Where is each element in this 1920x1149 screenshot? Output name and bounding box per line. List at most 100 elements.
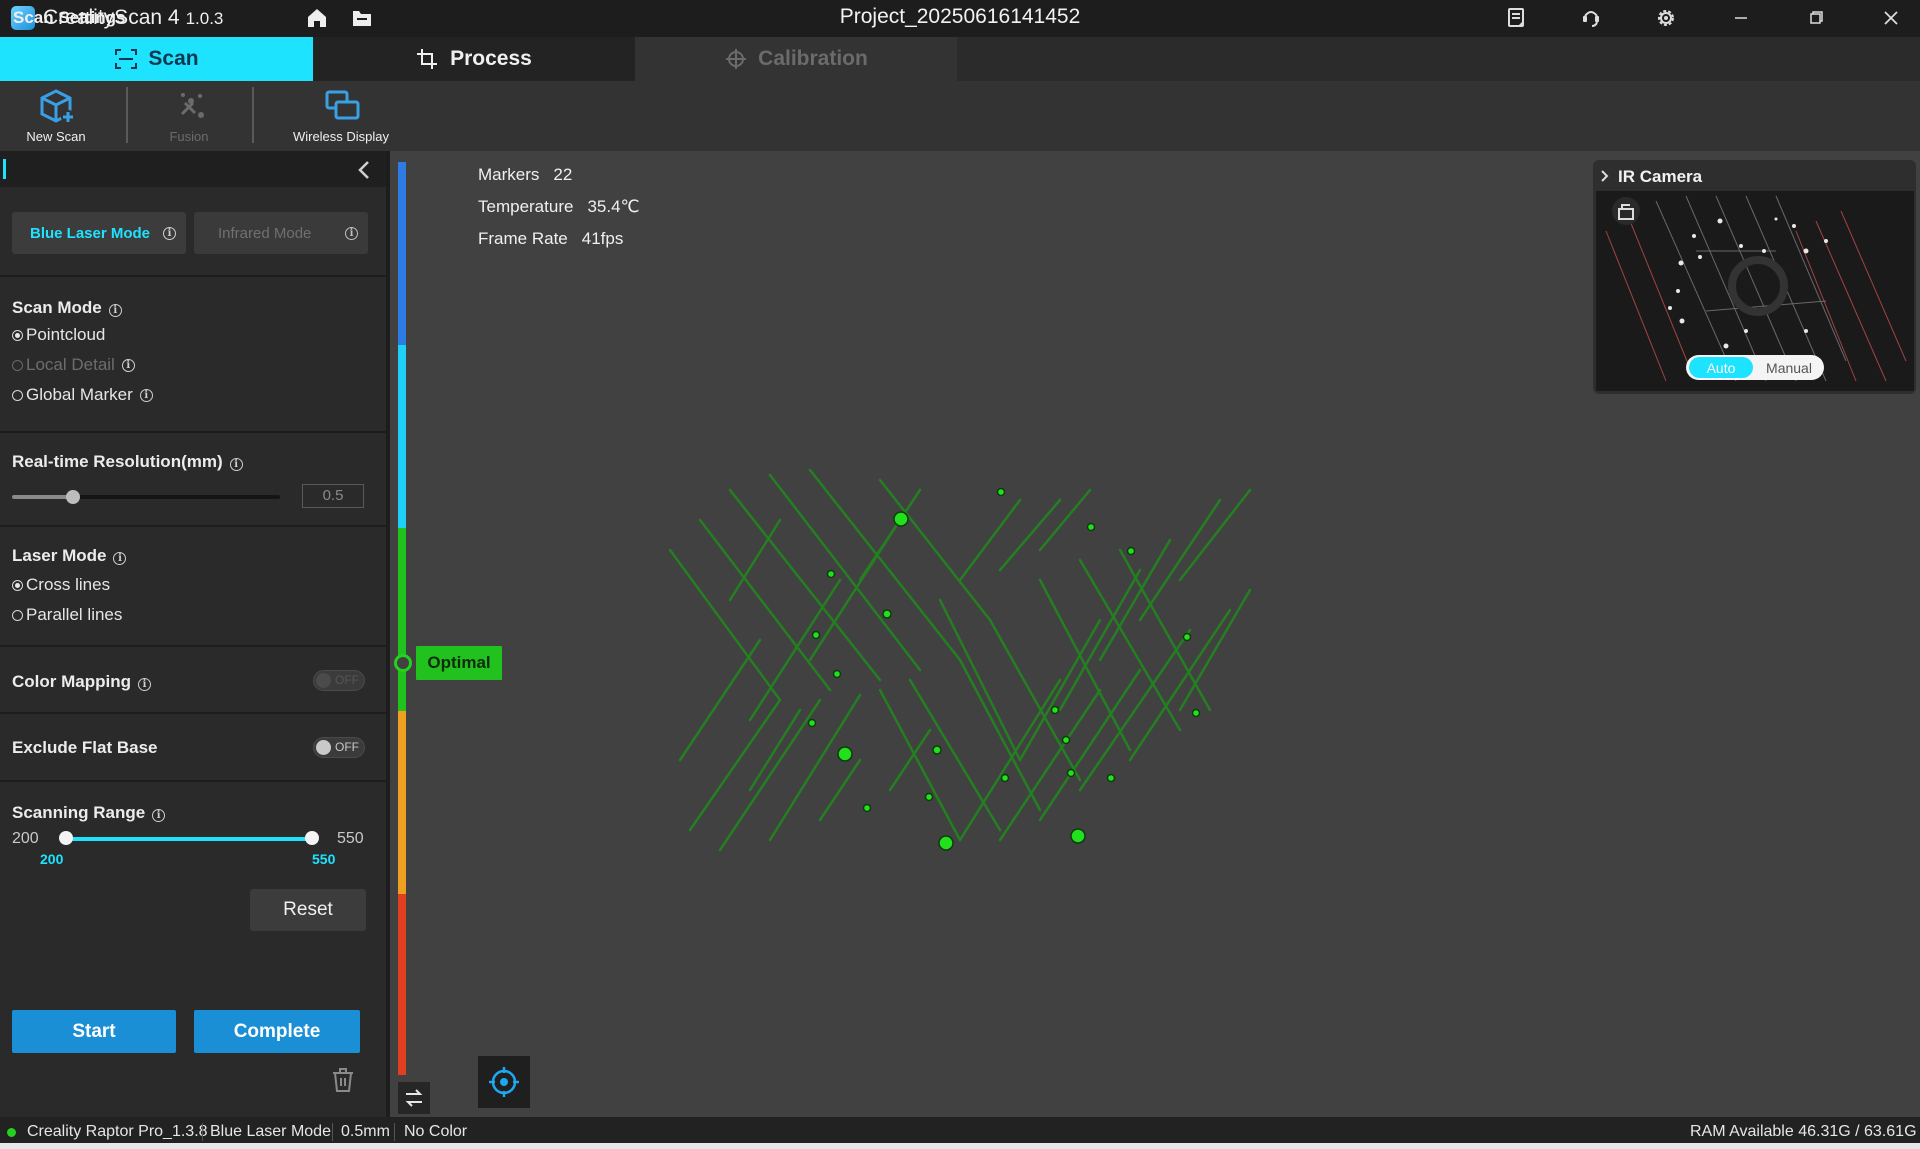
markers-stat: Markers 22 [478, 165, 573, 184]
new-scan-label: New Scan [26, 129, 86, 144]
info-icon[interactable]: i [345, 226, 358, 240]
folder-icon[interactable] [348, 5, 376, 31]
range-low-value: 200 [40, 851, 64, 867]
radio-icon [12, 389, 23, 401]
tab-scan-label: Scan [148, 47, 199, 70]
wireless-display-label: Wireless Display [292, 129, 390, 144]
blue-laser-mode-button[interactable]: Blue Laser Mode i [12, 212, 186, 254]
close-icon[interactable] [1877, 5, 1905, 31]
tab-bar: Scan Process Calibration [0, 37, 1920, 81]
range-high-handle[interactable] [305, 831, 319, 845]
infrared-mode-label: Infrared Mode [218, 224, 312, 242]
trash-icon[interactable] [330, 1065, 356, 1093]
new-scan-button[interactable]: New Scan [1, 81, 111, 151]
scan-icon [115, 49, 138, 69]
swap-icon [405, 1089, 423, 1107]
info-icon[interactable]: i [229, 458, 243, 471]
fusion-icon [180, 93, 204, 118]
radio-selected-icon [12, 579, 23, 591]
info-icon[interactable]: i [113, 552, 127, 565]
laser-mode-title: Laser Mode i [12, 546, 127, 566]
tab-scan[interactable]: Scan [0, 37, 313, 81]
tab-calibration[interactable]: Calibration [635, 37, 957, 81]
optimal-badge: Optimal [416, 646, 502, 680]
radio-selected-icon [12, 329, 23, 341]
chevron-right-icon[interactable] [1599, 168, 1611, 184]
resolution-slider-fill [12, 495, 72, 499]
ir-auto-option[interactable]: Auto [1689, 357, 1753, 378]
info-icon[interactable]: i [152, 809, 166, 822]
status-separator [332, 1123, 333, 1141]
support-icon[interactable] [1577, 5, 1605, 31]
range-high-value: 550 [312, 851, 336, 867]
info-icon[interactable]: i [121, 358, 135, 372]
info-icon[interactable]: i [139, 388, 153, 402]
laser-lines [668, 468, 1252, 852]
exclude-flat-base-toggle[interactable]: OFF [313, 737, 365, 758]
collapse-panel-icon[interactable] [355, 160, 373, 180]
range-low-handle[interactable] [59, 831, 73, 845]
start-button[interactable]: Start [12, 1010, 176, 1053]
info-icon[interactable]: i [163, 226, 176, 240]
laser-mode-cross-lines-radio[interactable]: Cross lines [12, 575, 110, 595]
tab-calibration-label: Calibration [758, 47, 868, 70]
distance-gauge [398, 162, 406, 1075]
status-separator [202, 1123, 203, 1141]
wireless-display-button[interactable]: Wireless Display [286, 81, 396, 151]
tab-process[interactable]: Process [313, 37, 635, 81]
scan-mode-global-marker-radio[interactable]: Global Marker i [12, 385, 153, 405]
scan-settings-title: Scan Settings [13, 8, 126, 27]
scan-mode-title: Scan Mode i [12, 298, 122, 318]
temperature-stat: Temperature 35.4℃ [478, 197, 640, 216]
point-cloud-view[interactable] [660, 460, 1260, 860]
color-mapping-toggle[interactable]: OFF [313, 670, 365, 691]
new-scan-cube-icon [40, 89, 75, 124]
gauge-segment [398, 711, 406, 894]
connection-status-dot [7, 1128, 16, 1137]
gauge-segment [398, 162, 406, 345]
tab-process-label: Process [450, 47, 532, 70]
scan-mode-pointcloud-radio[interactable]: Pointcloud [12, 325, 105, 345]
radio-icon [12, 609, 23, 621]
resolution-slider-handle[interactable] [66, 490, 80, 504]
home-icon[interactable] [303, 5, 331, 31]
restore-icon[interactable] [1802, 5, 1830, 31]
divider [0, 645, 386, 647]
notes-icon[interactable] [1502, 5, 1530, 31]
laser-mode-parallel-lines-radio[interactable]: Parallel lines [12, 605, 122, 625]
complete-button[interactable]: Complete [194, 1010, 360, 1053]
divider [0, 712, 386, 714]
info-icon[interactable]: i [137, 678, 151, 691]
wireless-display-icon [325, 90, 360, 120]
scanning-range-title: Scanning Range i [12, 803, 166, 823]
gear-icon[interactable] [1652, 5, 1680, 31]
scan-mode-local-detail-radio[interactable]: Local Detail i [12, 355, 135, 375]
gauge-segment [398, 345, 406, 528]
toolbar-divider [126, 87, 128, 143]
ir-manual-option[interactable]: Manual [1756, 357, 1822, 378]
resolution-title: Real-time Resolution(mm) i [12, 452, 243, 472]
project-title: Project_20250616141452 [839, 5, 1081, 28]
target-icon [489, 1067, 519, 1097]
reset-button[interactable]: Reset [250, 889, 366, 931]
scanning-range-slider[interactable] [66, 837, 314, 841]
sidebar-divider [386, 151, 390, 1117]
toolbar-divider [252, 87, 254, 143]
frame-rate-value: 41fps [581, 229, 624, 248]
scan-settings-header [0, 151, 386, 187]
status-resolution: 0.5mm [341, 1123, 390, 1140]
temperature-value: 35.4℃ [587, 197, 640, 216]
status-ram: RAM Available 46.31G / 63.61G [1690, 1123, 1917, 1140]
frame-rate-stat: Frame Rate 41fps [478, 229, 624, 248]
status-separator [394, 1123, 395, 1141]
minimize-icon[interactable] [1727, 5, 1755, 31]
gauge-segment [398, 894, 406, 1075]
resolution-value-field[interactable]: 0.5 [302, 484, 364, 508]
swap-view-button[interactable] [398, 1082, 430, 1114]
infrared-mode-button[interactable]: Infrared Mode i [194, 212, 368, 254]
fusion-button[interactable]: Fusion [134, 81, 244, 151]
taskbar-strip [0, 1143, 1920, 1149]
info-icon[interactable]: i [108, 304, 122, 317]
recenter-view-button[interactable] [478, 1056, 530, 1108]
gauge-segment [398, 528, 406, 711]
